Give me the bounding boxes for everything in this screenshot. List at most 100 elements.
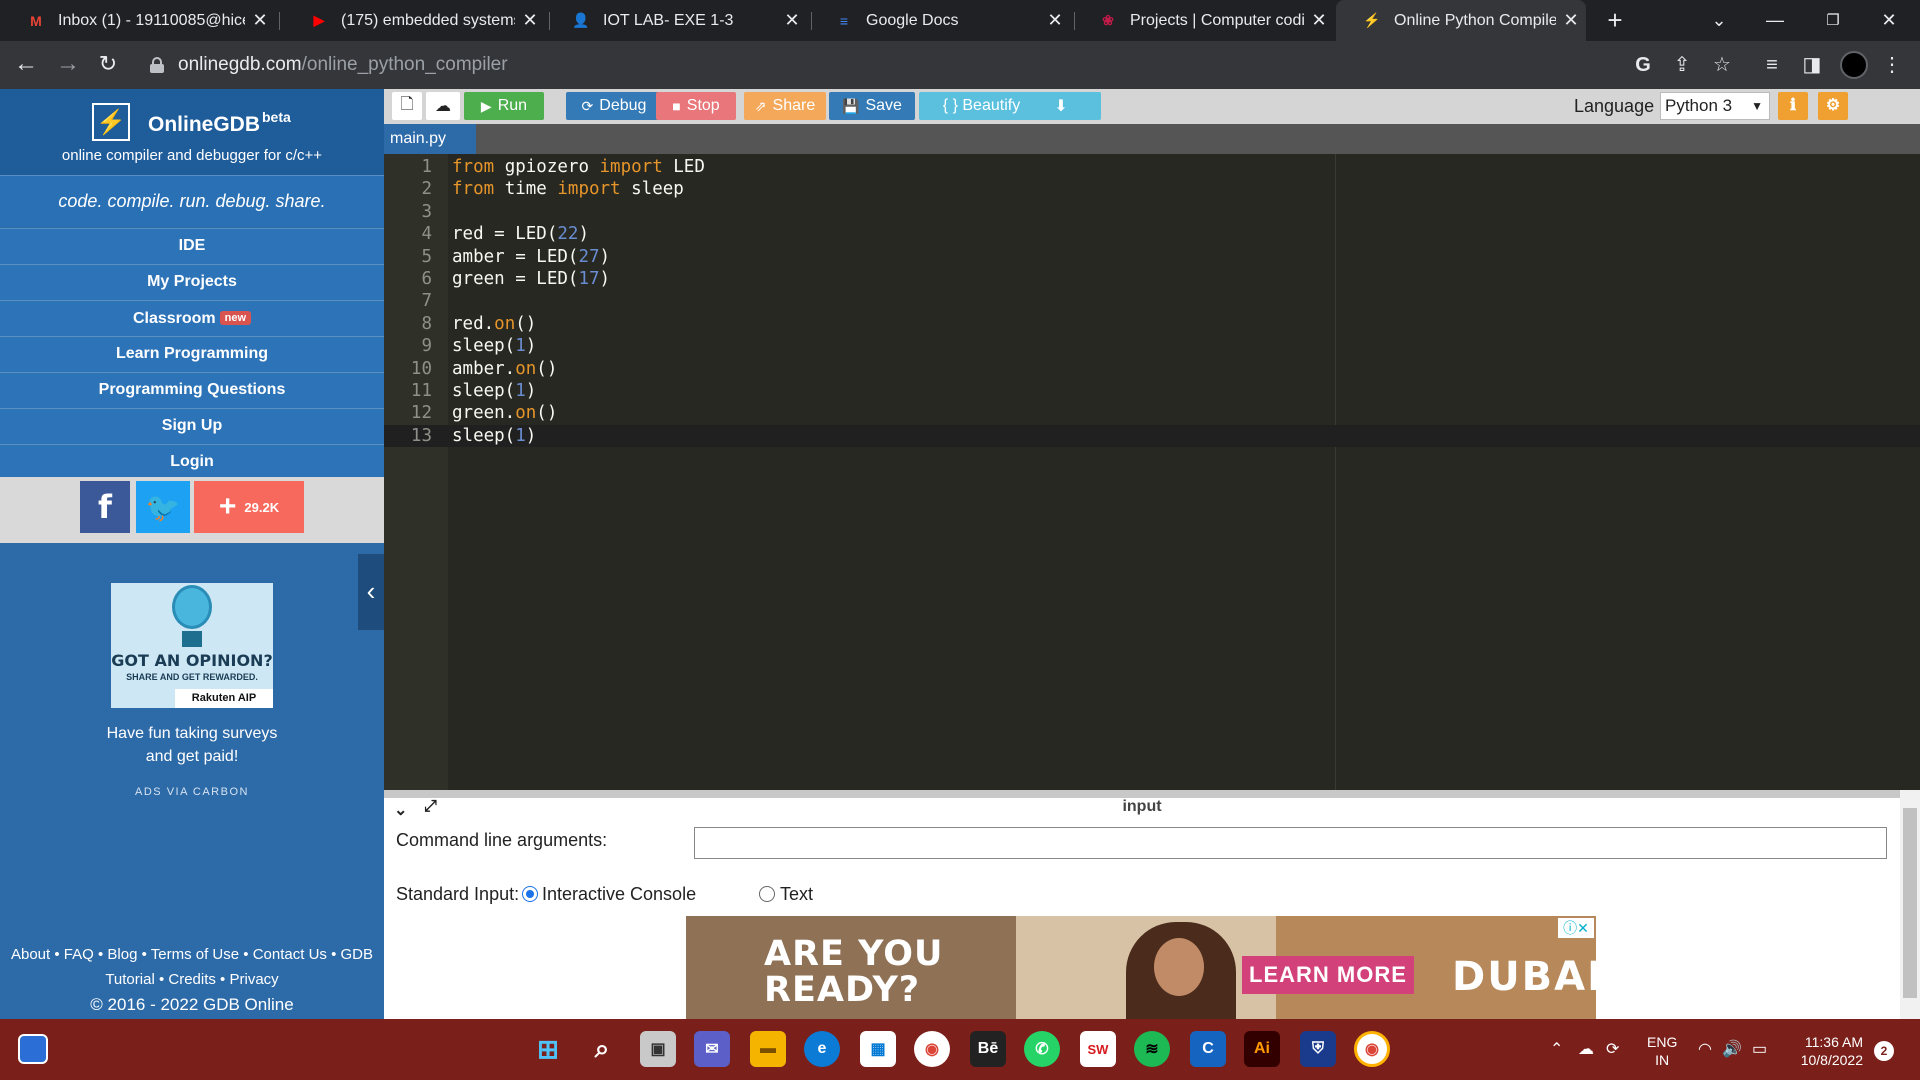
stop-button[interactable]: ■ Stop [656, 92, 736, 120]
profile-avatar[interactable] [1840, 51, 1868, 79]
volume-icon[interactable]: 🔊 [1722, 1039, 1742, 1059]
share-button[interactable]: ⇗ Share [744, 92, 826, 120]
browser-tab[interactable]: ⚡ Online Python Compiler - o✕ [1336, 0, 1586, 41]
sidebar-item-classroom[interactable]: Classroom new [0, 300, 384, 336]
microsoft-store-icon[interactable]: ▦ [860, 1031, 896, 1067]
ad-image[interactable]: GOT AN OPINION? SHARE AND GET REWARDED. … [111, 583, 273, 708]
file-explorer-icon[interactable]: ▬ [750, 1031, 786, 1067]
close-tab-icon[interactable]: ✕ [515, 10, 545, 31]
code-line[interactable]: 2 from time import sleep [384, 178, 1920, 200]
code-line[interactable]: 3 [384, 201, 1920, 223]
clock[interactable]: 11:36 AM 10/8/2022 [1793, 1033, 1863, 1069]
ads-via-carbon[interactable]: ADS VIA CARBON [0, 786, 384, 798]
notification-badge[interactable]: 2 [1874, 1041, 1894, 1061]
carbon-ad[interactable]: GOT AN OPINION? SHARE AND GET REWARDED. … [0, 576, 384, 811]
menu-kebab-icon[interactable]: ⋮ [1880, 53, 1904, 77]
wifi-icon[interactable]: ◠ [1698, 1039, 1712, 1059]
upload-button[interactable]: ☁ [426, 92, 460, 120]
close-tab-icon[interactable]: ✕ [1556, 10, 1586, 31]
file-tab-main-py[interactable]: main.py [384, 124, 476, 154]
browser-tab[interactable]: 👤 IOT LAB- EXE 1-3 ✕ [545, 0, 807, 41]
sidebar-item-login[interactable]: Login [0, 444, 384, 480]
run-button[interactable]: ▶ Run [464, 92, 544, 120]
code-line[interactable]: 7 [384, 290, 1920, 312]
browser-tab[interactable]: ▶ (175) embedded systems in✕ [283, 0, 545, 41]
app-c-icon[interactable]: C [1190, 1031, 1226, 1067]
save-button[interactable]: 💾 Save [829, 92, 915, 120]
panel-scrollbar[interactable] [1900, 790, 1920, 1019]
widgets-icon[interactable] [18, 1034, 48, 1064]
code-line[interactable]: 12 green.on() [384, 402, 1920, 424]
restore-button[interactable]: ❐ [1810, 0, 1856, 41]
sync-icon[interactable]: ⟳ [1606, 1039, 1619, 1059]
security-shield-icon[interactable]: ⛨ [1300, 1031, 1336, 1067]
footer-link-faq[interactable]: FAQ [64, 946, 94, 963]
whatsapp-icon[interactable]: ✆ [1024, 1031, 1060, 1067]
radio-text[interactable] [759, 886, 775, 902]
behance-icon[interactable]: Bē [970, 1031, 1006, 1067]
browser-tab[interactable]: M Inbox (1) - 19110085@hicet ✕ [0, 0, 275, 41]
address-bar[interactable]: onlinegdb.com/online_python_compiler [138, 47, 1638, 83]
spotify-icon[interactable]: ≋ [1134, 1031, 1170, 1067]
option-text-label[interactable]: Text [780, 884, 813, 905]
search-icon[interactable]: ⌕ [584, 1031, 620, 1067]
footer-link-about[interactable]: About [11, 946, 50, 963]
onedrive-icon[interactable]: ☁ [1578, 1039, 1594, 1059]
task-view-icon[interactable]: ▣ [640, 1031, 676, 1067]
sidebar-item-learn-programming[interactable]: Learn Programming [0, 336, 384, 372]
illustrator-icon[interactable]: Ai [1244, 1031, 1280, 1067]
code-line[interactable]: 4 red = LED(22) [384, 223, 1920, 245]
footer-link-blog[interactable]: Blog [107, 946, 137, 963]
sidebar-item-my-projects[interactable]: My Projects [0, 264, 384, 300]
back-icon[interactable]: ← [10, 49, 42, 81]
media-control-icon[interactable]: ≡ [1760, 53, 1784, 77]
learn-more-button[interactable]: LEARN MORE [1242, 956, 1414, 994]
twitter-share-button[interactable]: 🐦 [136, 481, 190, 533]
minimize-button[interactable]: — [1752, 0, 1798, 41]
language-select[interactable]: Python 3 ▼ [1660, 92, 1770, 120]
sidebar-item-ide[interactable]: IDE [0, 228, 384, 264]
footer-link-contact[interactable]: Contact Us [253, 946, 327, 963]
code-line[interactable]: 8 red.on() [384, 313, 1920, 335]
new-file-button[interactable]: 🗋 [392, 92, 422, 120]
close-tab-icon[interactable]: ✕ [1040, 10, 1070, 31]
battery-icon[interactable]: ▭ [1752, 1039, 1767, 1059]
download-button[interactable]: ⬇ [1021, 92, 1101, 120]
bookmark-star-icon[interactable]: ☆ [1710, 53, 1734, 77]
code-line[interactable]: 1 from gpiozero import LED [384, 156, 1920, 178]
browser-tab[interactable]: ≡ Google Docs ✕ [808, 0, 1070, 41]
option-interactive-label[interactable]: Interactive Console [542, 884, 696, 905]
dubai-ad-banner[interactable]: ARE YOU READY? LEARN MORE DUBAI ⓘ✕ [686, 916, 1596, 1019]
collapse-sidebar-button[interactable]: ‹ [358, 554, 384, 630]
edge-icon[interactable]: e [804, 1031, 840, 1067]
close-tab-icon[interactable]: ✕ [777, 10, 807, 31]
settings-button[interactable]: ⚙ [1818, 92, 1848, 120]
footer-link-privacy[interactable]: Privacy [229, 971, 278, 988]
code-line[interactable]: 5 amber = LED(27) [384, 246, 1920, 268]
footer-link-credits[interactable]: Credits [168, 971, 216, 988]
code-line[interactable]: 6 green = LED(17) [384, 268, 1920, 290]
code-line[interactable]: 13 sleep(1) [384, 424, 1920, 448]
browser-tab[interactable]: ❀ Projects | Computer coding ✕ [1072, 0, 1334, 41]
code-line[interactable]: 10 amber.on() [384, 358, 1920, 380]
new-tab-button[interactable]: + [1600, 6, 1630, 36]
reload-icon[interactable]: ↻ [92, 49, 124, 81]
sidebar-item-sign-up[interactable]: Sign Up [0, 408, 384, 444]
chrome-active-icon[interactable]: ◉ [1354, 1031, 1390, 1067]
facebook-share-button[interactable]: f [80, 481, 130, 533]
close-tab-icon[interactable]: ✕ [1304, 10, 1334, 31]
show-hidden-icons[interactable]: ⌃ [1550, 1039, 1563, 1059]
lock-icon[interactable] [150, 57, 164, 73]
solidworks-icon[interactable]: SW [1080, 1031, 1116, 1067]
side-panel-icon[interactable]: ◨ [1800, 53, 1824, 77]
ad-text[interactable]: Have fun taking surveys and get paid! [0, 722, 384, 768]
brand-header[interactable]: ⚡ OnlineGDB beta online compiler and deb… [0, 89, 384, 175]
info-button[interactable]: ℹ [1778, 92, 1808, 120]
code-line[interactable]: 11 sleep(1) [384, 380, 1920, 402]
share-icon[interactable]: ⇪ [1670, 53, 1694, 77]
footer-link-terms[interactable]: Terms of Use [151, 946, 239, 963]
radio-interactive-console[interactable] [522, 886, 538, 902]
tab-search-icon[interactable]: ⌄ [1696, 0, 1742, 41]
more-share-button[interactable]: +29.2K [194, 481, 304, 533]
google-icon[interactable]: G [1631, 53, 1655, 77]
